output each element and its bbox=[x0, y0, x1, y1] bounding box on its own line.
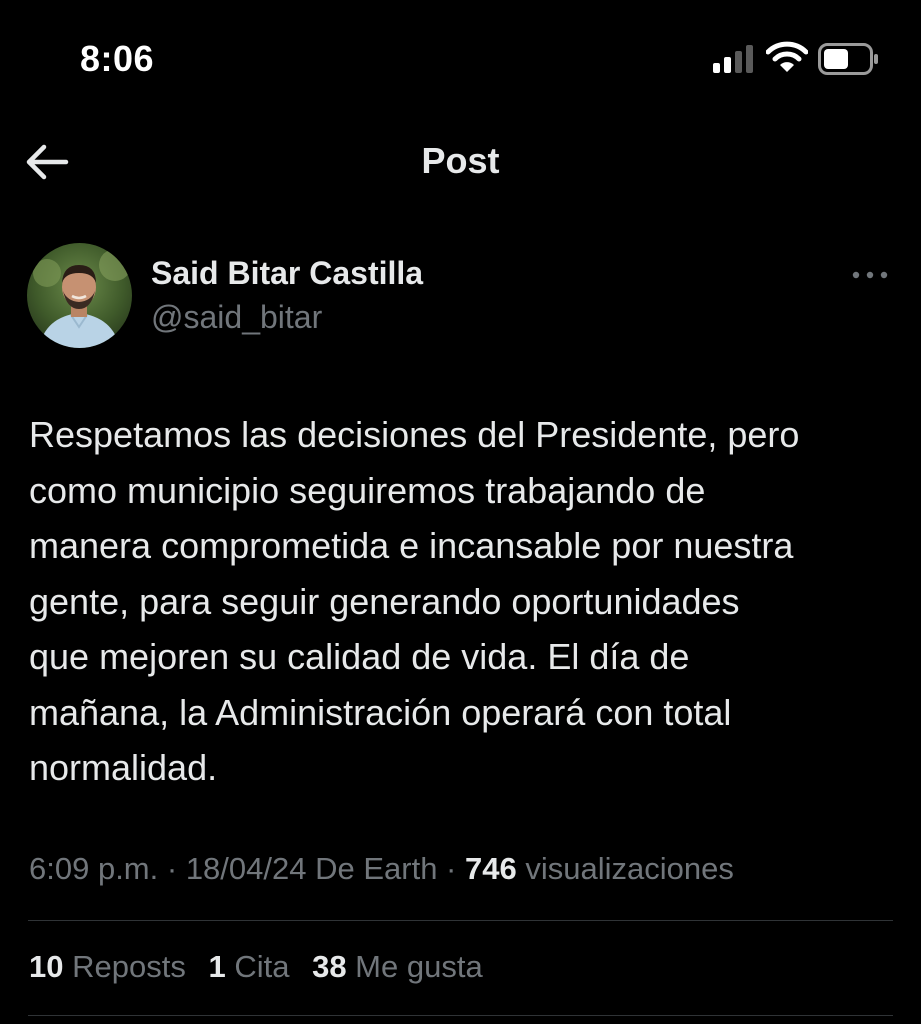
views-count: 746 bbox=[465, 851, 517, 886]
status-bar: 8:06 bbox=[0, 0, 921, 110]
quotes-stat[interactable]: 1 Cita bbox=[208, 949, 289, 984]
status-time: 8:06 bbox=[80, 38, 155, 79]
post-time[interactable]: 6:09 p.m. bbox=[29, 851, 158, 886]
wifi-icon bbox=[766, 41, 808, 72]
signal-icon bbox=[713, 45, 755, 73]
top-navigation: Post bbox=[0, 110, 921, 215]
divider bbox=[28, 1015, 893, 1016]
likes-count: 38 bbox=[312, 949, 347, 984]
reposts-stat[interactable]: 10 Reposts bbox=[29, 949, 186, 984]
avatar[interactable] bbox=[27, 243, 132, 348]
page-title: Post bbox=[421, 140, 500, 181]
post-source: De Earth bbox=[306, 851, 438, 886]
quotes-label: Cita bbox=[225, 949, 290, 984]
post: Said Bitar Castilla @said_bitar Respetam… bbox=[0, 215, 921, 1024]
author-display-name[interactable]: Said Bitar Castilla bbox=[151, 255, 423, 292]
more-options-icon[interactable] bbox=[850, 265, 890, 285]
likes-stat[interactable]: 38 Me gusta bbox=[312, 949, 483, 984]
author-handle[interactable]: @said_bitar bbox=[151, 299, 322, 336]
meta-separator: · bbox=[158, 851, 186, 886]
battery-icon bbox=[818, 43, 878, 75]
likes-label: Me gusta bbox=[346, 949, 483, 984]
post-metadata: 6:09 p.m. · 18/04/24 De Earth · 746 visu… bbox=[29, 851, 734, 887]
reposts-count: 10 bbox=[29, 949, 64, 984]
reposts-label: Reposts bbox=[63, 949, 186, 984]
meta-separator: · bbox=[437, 851, 465, 886]
divider bbox=[28, 920, 893, 921]
post-text: Respetamos las decisiones del Presidente… bbox=[29, 414, 800, 788]
views-label: visualizaciones bbox=[516, 851, 734, 886]
post-stats: 10 Reposts 1 Cita 38 Me gusta bbox=[29, 949, 497, 985]
post-date[interactable]: 18/04/24 bbox=[186, 851, 307, 886]
quotes-count: 1 bbox=[208, 949, 226, 984]
